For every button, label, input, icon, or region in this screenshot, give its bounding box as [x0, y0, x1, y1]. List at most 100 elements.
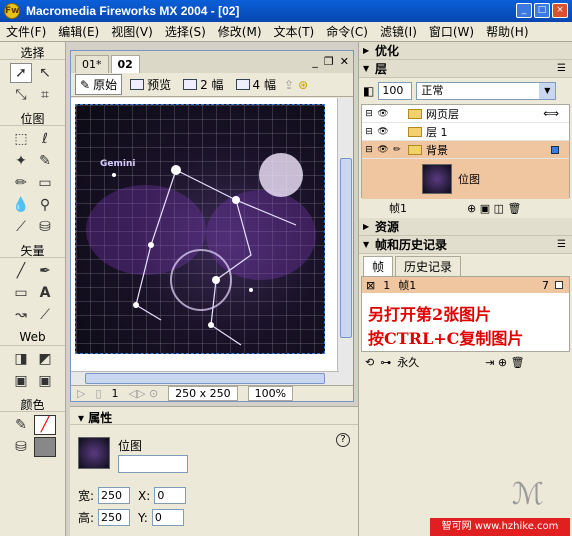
close-button[interactable]: × [552, 3, 568, 18]
width-field[interactable]: 250 [98, 487, 131, 504]
frame-action-icons[interactable]: ⇥ ⊕ 🗑 [485, 356, 524, 369]
hide-slices-icon[interactable]: ▣ [10, 371, 32, 391]
menu-commands[interactable]: 命令(C) [320, 23, 374, 40]
magic-wand-tool-icon[interactable]: ✦ [10, 151, 32, 171]
quick-export-icon[interactable]: ⊛ [298, 78, 308, 92]
eye-icon[interactable]: 👁 [376, 127, 390, 137]
pen-tool-icon[interactable]: ✒ [34, 261, 56, 281]
pencil-tool-icon[interactable]: ✏ [10, 173, 32, 193]
bitmap-object-row[interactable]: 位图 [362, 159, 569, 199]
freeform-tool-icon[interactable]: ↝ [10, 305, 32, 325]
menu-select[interactable]: 选择(S) [159, 23, 212, 40]
expand-icon[interactable]: ⊟ [362, 127, 376, 137]
tab-doc-02[interactable]: 02 [110, 55, 140, 73]
slice-tool-icon[interactable]: ◩ [34, 349, 56, 369]
layer-action-icons[interactable]: ⊕ ▣ ◫ 🗑 [467, 202, 521, 215]
properties-header[interactable]: ▾ 属性 [70, 407, 360, 425]
menu-view[interactable]: 视图(V) [105, 23, 159, 40]
height-field[interactable]: 250 [98, 509, 131, 526]
eyedropper-tool-icon[interactable]: ⟋ [10, 217, 32, 237]
horizontal-scroll-thumb[interactable] [85, 373, 325, 384]
opacity-field[interactable]: 100 [378, 82, 413, 100]
layers-panel-header[interactable]: ▼ 层 ☰ [359, 60, 572, 78]
scale-tool-icon[interactable]: ⤡ [10, 85, 32, 105]
frame-row[interactable]: ⊠ 1 帧1 7 [362, 277, 569, 293]
eraser-tool-icon[interactable]: ▭ [34, 173, 56, 193]
optimize-panel-header[interactable]: ▶ 优化 [359, 42, 572, 60]
pencil-icon: ✏ [393, 144, 401, 155]
instruction-annotation-1: 另打开第2张图片 [368, 305, 492, 324]
menu-window[interactable]: 窗口(W) [423, 23, 480, 40]
show-slices-icon[interactable]: ▣ [34, 371, 56, 391]
stroke-swatch[interactable]: ╱ [34, 415, 56, 435]
layer-row-1[interactable]: ⊟ 👁 层 1 [362, 123, 569, 141]
export-icon[interactable]: ⇪ [284, 78, 294, 92]
canvas-area[interactable]: Gemini [71, 98, 339, 386]
height-y-row: 高: 250 Y: 0 [78, 509, 184, 526]
canvas-image[interactable]: Gemini [75, 104, 325, 354]
pointer-tool-icon[interactable]: ➚ [10, 63, 32, 83]
stroke-color-icon[interactable]: ✎ [10, 415, 32, 435]
blend-mode-select[interactable]: 正常 ▼ [416, 82, 557, 100]
layer-row-background[interactable]: ⊟ 👁 ✏ 背景 [362, 141, 569, 159]
panel-options-icon[interactable]: ☰ [557, 239, 566, 250]
knife-tool-icon[interactable]: ⟋ [34, 305, 56, 325]
assets-panel-header[interactable]: ▶ 资源 [359, 218, 572, 236]
menu-file[interactable]: 文件(F) [0, 23, 52, 40]
line-tool-icon[interactable]: ╱ [10, 261, 32, 281]
pencil-icon: ✎ [80, 77, 91, 92]
eye-icon[interactable]: 👁 [376, 145, 390, 155]
tab-frames[interactable]: 帧 [363, 256, 394, 276]
vertical-scrollbar[interactable] [337, 98, 353, 386]
vertical-scroll-thumb[interactable] [340, 158, 352, 338]
menu-text[interactable]: 文本(T) [268, 23, 321, 40]
doc-close-icon[interactable]: ✕ [340, 55, 349, 68]
tab-doc-01[interactable]: 01* [75, 55, 109, 73]
stop-icon[interactable]: ▯ [95, 387, 101, 400]
frames-history-panel-header[interactable]: ▼ 帧和历史记录 ☰ [359, 236, 572, 254]
layer-row-web[interactable]: ⊟ 👁 网页层 ⟺ [362, 105, 569, 123]
view-4up-button[interactable]: 4 幅 [232, 75, 280, 94]
y-field[interactable]: 0 [151, 509, 184, 526]
object-name-field[interactable] [118, 455, 188, 473]
menu-edit[interactable]: 编辑(E) [52, 23, 105, 40]
text-tool-icon[interactable]: A [34, 283, 56, 303]
doc-restore-icon[interactable]: ❐ [324, 55, 334, 68]
help-icon[interactable]: ? [336, 433, 350, 447]
view-preview-button[interactable]: 预览 [126, 75, 175, 94]
loop-icon[interactable]: ⊶ [380, 356, 391, 369]
frame-checkbox-icon[interactable]: ⊠ [366, 279, 375, 292]
rectangle-tool-icon[interactable]: ▭ [10, 283, 32, 303]
fill-color-icon[interactable]: ⛁ [10, 437, 32, 457]
horizontal-scrollbar[interactable] [71, 371, 339, 385]
menu-help[interactable]: 帮助(H) [480, 23, 534, 40]
hotspot-tool-icon[interactable]: ◨ [10, 349, 32, 369]
zoom-select[interactable]: 100% [247, 386, 294, 401]
view-original-button[interactable]: ✎ 原始 [75, 74, 123, 95]
panel-options-icon[interactable]: ☰ [557, 63, 566, 74]
crop-tool-icon[interactable]: ⌗ [34, 85, 56, 105]
paint-bucket-tool-icon[interactable]: ⛁ [34, 217, 56, 237]
onion-skin-icon[interactable]: ⟲ [365, 356, 374, 369]
expand-icon[interactable]: ⊟ [362, 145, 376, 155]
fill-swatch[interactable] [34, 437, 56, 457]
x-field[interactable]: 0 [154, 487, 187, 504]
rubber-stamp-tool-icon[interactable]: ⚲ [34, 195, 56, 215]
restore-button[interactable]: □ [534, 3, 550, 18]
loop-setting[interactable]: 永久 [397, 354, 419, 370]
menu-filters[interactable]: 滤镜(I) [374, 23, 423, 40]
frame-nav-icons[interactable]: ◁▷ ⊙ [129, 387, 159, 400]
view-2up-button[interactable]: 2 幅 [179, 75, 227, 94]
blur-tool-icon[interactable]: 💧 [10, 195, 32, 215]
tab-history[interactable]: 历史记录 [395, 256, 462, 276]
expand-icon[interactable]: ⊟ [362, 109, 376, 119]
doc-minimize-icon[interactable]: _ [312, 55, 318, 68]
brush-tool-icon[interactable]: ✎ [34, 151, 56, 171]
marquee-tool-icon[interactable]: ⬚ [10, 129, 32, 149]
eye-icon[interactable]: 👁 [376, 109, 390, 119]
lasso-tool-icon[interactable]: ℓ [34, 129, 56, 149]
menu-modify[interactable]: 修改(M) [212, 23, 268, 40]
minimize-button[interactable]: _ [516, 3, 532, 18]
play-icon[interactable]: ▷ [77, 387, 85, 400]
subselect-tool-icon[interactable]: ↖ [34, 63, 56, 83]
